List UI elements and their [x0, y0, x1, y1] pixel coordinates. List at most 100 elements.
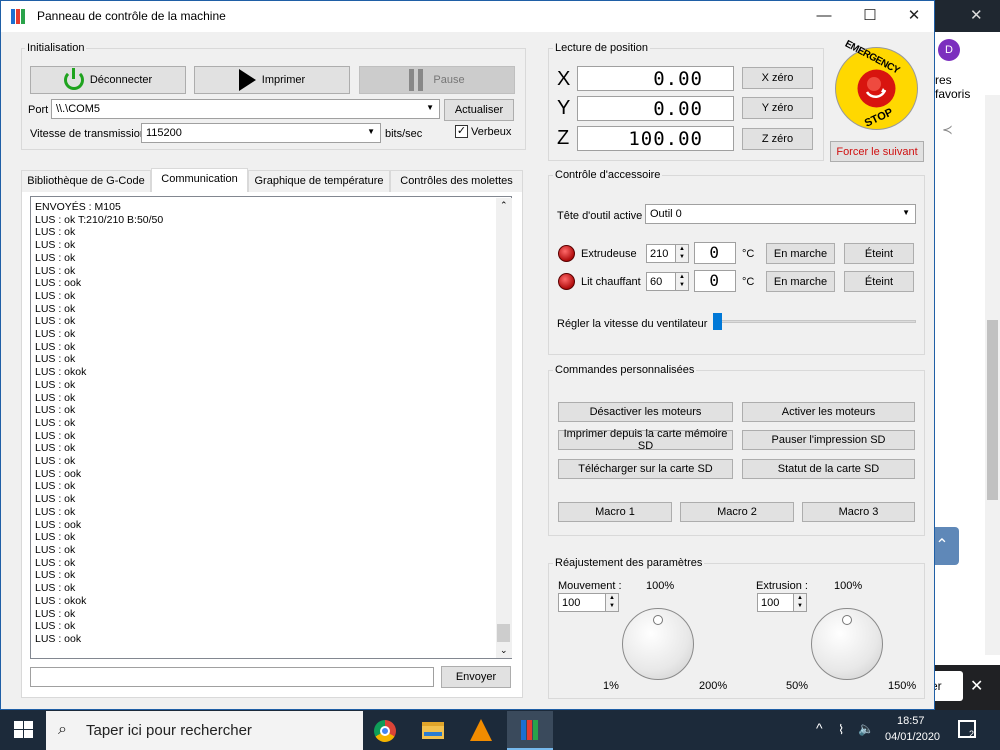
log-line: LUS : ok: [35, 455, 76, 468]
fan-speed-slider[interactable]: [713, 320, 916, 323]
file-explorer-icon[interactable]: [422, 722, 444, 739]
initialisation-label: Initialisation: [25, 42, 87, 54]
fan-slider-handle[interactable]: [713, 313, 722, 330]
close-icon[interactable]: ✕: [891, 1, 937, 32]
favorites-label[interactable]: res favoris: [935, 73, 985, 101]
tab-jog-controls[interactable]: Contrôles des molettes: [390, 170, 523, 192]
extruder-on-button[interactable]: En marche: [766, 243, 835, 264]
movement-input[interactable]: 100 ▲ ▼: [558, 593, 619, 612]
z-zero-button[interactable]: Z zéro: [742, 128, 813, 150]
enable-motors-button[interactable]: Activer les moteurs: [742, 402, 915, 422]
macro-1-button[interactable]: Macro 1: [558, 502, 672, 522]
clock-time[interactable]: 18:57: [897, 715, 925, 727]
sd-status-button[interactable]: Statut de la carte SD: [742, 459, 915, 479]
tab-gcode-library[interactable]: Bibliothèque de G-Code: [21, 170, 151, 192]
upload-to-sd-button[interactable]: Télécharger sur la carte SD: [558, 459, 733, 479]
log-scroll-thumb[interactable]: [497, 624, 510, 642]
clock-date[interactable]: 04/01/2020: [885, 731, 940, 743]
pause-icon: [409, 69, 424, 91]
extrusion-input[interactable]: 100 ▲ ▼: [757, 593, 807, 612]
print-from-sd-button[interactable]: Imprimer depuis la carte mémoire SD: [558, 428, 733, 452]
tab-communication[interactable]: Communication: [151, 168, 248, 192]
tool-label: Tête d'outil active: [557, 210, 643, 222]
baud-unit: bits/sec: [385, 128, 423, 140]
scroll-down-icon[interactable]: ⌄: [500, 645, 508, 656]
scroll-up-icon[interactable]: ⌃: [500, 200, 508, 211]
spin-arrows-icon[interactable]: ▲ ▼: [675, 245, 688, 262]
chevron-down-icon: ▼: [902, 208, 910, 217]
verbose-checkbox[interactable]: ✓: [455, 125, 468, 138]
bed-temp-value: 60: [650, 275, 663, 288]
taskbar-app-active[interactable]: [507, 711, 553, 750]
browser-close-icon[interactable]: ✕: [970, 6, 983, 24]
disable-motors-button[interactable]: Désactiver les moteurs: [558, 402, 733, 422]
vlc-icon[interactable]: [470, 719, 492, 741]
refresh-button[interactable]: Actualiser: [444, 99, 514, 121]
x-zero-button[interactable]: X zéro: [742, 67, 813, 89]
y-zero-button[interactable]: Y zéro: [742, 97, 813, 119]
share-icon[interactable]: ≺: [942, 122, 953, 138]
log-line: LUS : ok: [35, 302, 76, 315]
accessory-label: Contrôle d'accessoire: [553, 169, 663, 181]
maximize-icon[interactable]: ☐: [847, 1, 893, 32]
network-icon[interactable]: ⌇: [838, 722, 844, 738]
bed-off-button[interactable]: Éteint: [844, 271, 914, 292]
baud-select[interactable]: 115200 ▼: [141, 123, 381, 143]
log-line: LUS : ok: [35, 582, 76, 595]
log-scrollbar[interactable]: ⌃ ⌄: [496, 198, 512, 658]
communication-log[interactable]: ENVOYÉS : M105 LUS : ok T:210/210 B:50/50…: [30, 196, 512, 659]
volume-icon[interactable]: 🔈: [858, 721, 874, 737]
profile-avatar[interactable]: D: [938, 39, 960, 61]
extrusion-value: 100: [761, 596, 780, 609]
log-lines: ENVOYÉS : M105 LUS : ok T:210/210 B:50/50…: [35, 201, 163, 646]
pause-button[interactable]: Pause: [359, 66, 515, 94]
port-value: \\.\COM5: [56, 103, 101, 115]
chevron-down-icon: ▼: [367, 127, 375, 136]
chevron-up-icon[interactable]: ^: [816, 720, 823, 736]
browser-scroll-thumb[interactable]: [987, 320, 998, 500]
log-line: LUS : ok: [35, 340, 76, 353]
print-button[interactable]: Imprimer: [194, 66, 350, 94]
port-label: Port: [28, 104, 49, 116]
x-axis-label: X: [557, 68, 571, 90]
bed-on-button[interactable]: En marche: [766, 271, 835, 292]
movement-percent: 100%: [646, 580, 675, 592]
windows-start-icon[interactable]: [14, 721, 34, 739]
tool-select[interactable]: Outil 0 ▼: [645, 204, 916, 224]
log-line: LUS : ok: [35, 493, 76, 506]
macro-2-button[interactable]: Macro 2: [680, 502, 794, 522]
minimize-icon[interactable]: —: [801, 1, 847, 32]
taskbar-search-box[interactable]: Taper ici pour rechercher: [46, 711, 363, 750]
custom-commands-label: Commandes personnalisées: [553, 364, 697, 376]
tab-temperature-graph[interactable]: Graphique de température: [248, 170, 390, 192]
banner-close-icon[interactable]: ✕: [970, 676, 983, 696]
extruder-off-button[interactable]: Éteint: [844, 243, 914, 264]
log-line: LUS : ok: [35, 531, 76, 544]
disconnect-button[interactable]: Déconnecter: [30, 66, 186, 94]
pause-sd-print-button[interactable]: Pauser l'impression SD: [742, 430, 915, 450]
macro-3-button[interactable]: Macro 3: [802, 502, 915, 522]
port-select[interactable]: \\.\COM5 ▼: [51, 99, 440, 119]
chrome-icon[interactable]: [374, 720, 396, 742]
log-line: LUS : ok: [35, 353, 76, 366]
log-line: LUS : okok: [35, 366, 87, 379]
send-button[interactable]: Envoyer: [441, 666, 511, 688]
fan-speed-label: Régler la vitesse du ventilateur: [557, 318, 708, 330]
command-input[interactable]: [30, 667, 434, 687]
log-line: LUS : ok: [35, 505, 76, 518]
force-next-button[interactable]: Forcer le suivant: [830, 141, 924, 162]
extruder-temp-input[interactable]: 210 ▲ ▼: [646, 244, 689, 263]
movement-knob[interactable]: [622, 608, 694, 680]
spin-arrows-icon[interactable]: ▲ ▼: [793, 594, 806, 611]
extruder-label: Extrudeuse: [581, 248, 637, 260]
position-label: Lecture de position: [553, 42, 650, 54]
emergency-stop-button[interactable]: EMERGENCY STOP: [834, 39, 919, 131]
extrusion-label: Extrusion :: [756, 580, 808, 592]
notification-icon[interactable]: 2: [958, 720, 976, 739]
extrusion-knob[interactable]: [811, 608, 883, 680]
spin-arrows-icon[interactable]: ▲ ▼: [675, 273, 688, 290]
bed-temp-input[interactable]: 60 ▲ ▼: [646, 272, 689, 291]
log-line: LUS : ok: [35, 328, 76, 341]
z-position-display: 100.00: [577, 126, 734, 151]
spin-arrows-icon[interactable]: ▲ ▼: [605, 594, 618, 611]
